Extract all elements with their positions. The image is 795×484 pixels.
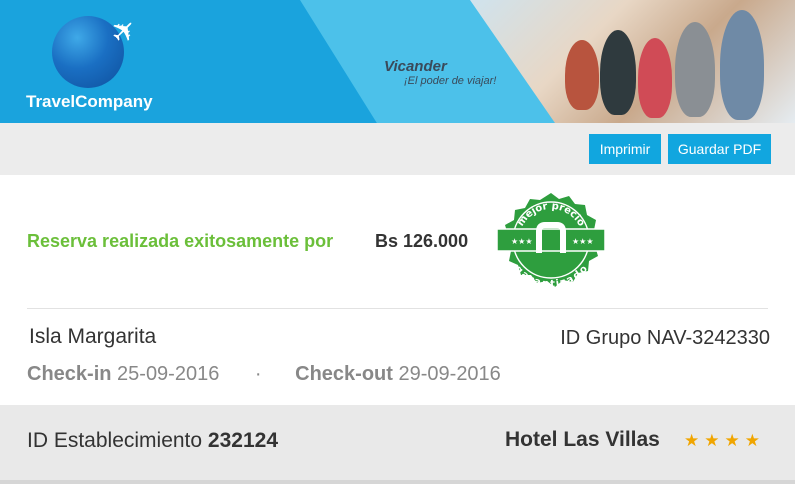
- checkout-date: 29-09-2016: [398, 363, 501, 385]
- tagline-title: Vicander: [384, 58, 447, 75]
- stay-dates: Check-in 25-09-2016 · Check-out 29-09-20…: [27, 363, 501, 386]
- logo: ✈ TravelCompany: [26, 11, 166, 114]
- date-separator: ·: [254, 363, 262, 385]
- establishment-number: 232124: [207, 429, 278, 452]
- toolbar: Imprimir Guardar PDF: [0, 123, 795, 175]
- divider: [27, 308, 768, 309]
- print-button[interactable]: Imprimir: [589, 134, 661, 164]
- svg-text:★★★: ★★★: [511, 237, 533, 246]
- footer-border: [0, 480, 795, 484]
- star-rating-icon: ★★★★: [684, 431, 765, 450]
- establishment-id: ID Establecimiento 232124: [27, 429, 278, 453]
- total-price: Bs 126.000: [375, 231, 469, 251]
- svg-text:★★★: ★★★: [572, 237, 594, 246]
- checkin-date: 25-09-2016: [117, 363, 220, 385]
- checkout-label: Check-out: [295, 363, 393, 385]
- tagline: Vicander ¡El poder de viajar!: [384, 58, 496, 87]
- reservation-summary: Reserva realizada exitosamente por Bs 12…: [0, 175, 795, 405]
- establishment-label: ID Establecimiento: [27, 429, 203, 452]
- checkin-label: Check-in: [27, 363, 112, 385]
- hotel-name: Hotel Las Villas: [505, 428, 660, 451]
- brand-name: TravelCompany: [26, 92, 153, 111]
- header-banner: ✈ TravelCompany Vicander ¡El poder de vi…: [0, 0, 795, 123]
- tagline-subtitle: ¡El poder de viajar!: [404, 75, 497, 87]
- group-id: ID Grupo NAV-3242330: [560, 327, 770, 349]
- success-message: Reserva realizada exitosamente por: [27, 231, 334, 251]
- establishment-bar: ID Establecimiento 232124 Hotel Las Vill…: [0, 405, 795, 484]
- destination: Isla Margarita: [29, 325, 157, 348]
- best-price-badge-icon: mejor precio garantizado ★★★ ★★★: [497, 193, 605, 287]
- save-pdf-button[interactable]: Guardar PDF: [668, 134, 771, 164]
